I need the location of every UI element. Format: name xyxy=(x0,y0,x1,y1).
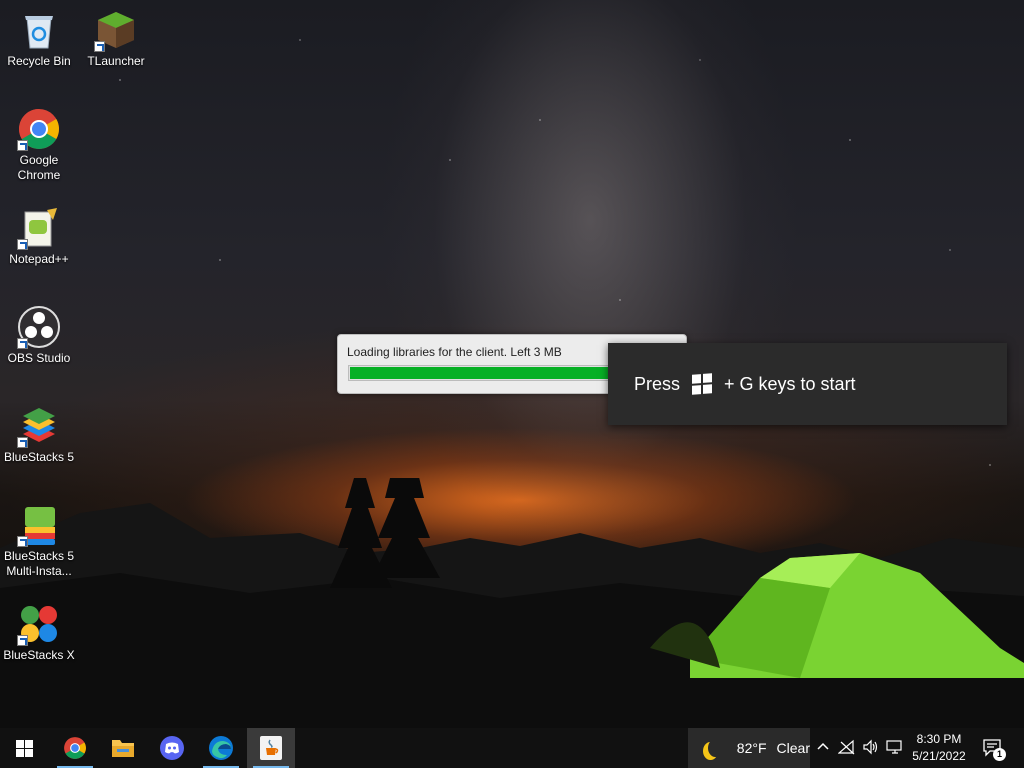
taskbar: 82°F Clear 8:30 PM 5/21/2022 1 xyxy=(0,728,1024,768)
weather-widget[interactable]: 82°F Clear xyxy=(688,728,810,768)
desktop-icon-obs-studio[interactable]: OBS Studio xyxy=(1,299,77,366)
desktop-icon-bluestacks-x[interactable]: BlueStacks X xyxy=(1,596,77,663)
desktop-icon-label: Google Chrome xyxy=(17,153,61,182)
shortcut-arrow-icon xyxy=(17,239,28,250)
desktop-icon-google-chrome[interactable]: Google Chrome xyxy=(1,101,77,183)
toast-text-keys: + G keys to start xyxy=(724,373,856,394)
start-button[interactable] xyxy=(0,728,48,768)
desktop-icon-bluestacks-5-multi-instance[interactable]: BlueStacks 5 Multi-Insta... xyxy=(1,497,77,579)
recycle-bin-icon xyxy=(17,8,61,52)
desktop-icon-tlauncher[interactable]: TLauncher xyxy=(78,2,154,69)
discord-icon xyxy=(160,736,184,760)
chrome-icon xyxy=(64,737,86,759)
windows-start-icon xyxy=(15,739,33,757)
weather-temperature: 82°F xyxy=(736,740,767,756)
shortcut-arrow-icon xyxy=(17,536,28,547)
desktop-icon-label: BlueStacks X xyxy=(3,648,75,662)
toast-text-press: Press xyxy=(634,373,681,394)
taskbar-chrome-button[interactable] xyxy=(51,728,99,768)
notification-count-badge: 1 xyxy=(993,748,1006,761)
desktop-icon-label: OBS Studio xyxy=(7,351,71,365)
java-icon xyxy=(260,736,282,760)
shortcut-arrow-icon xyxy=(17,338,28,349)
landscape-silhouette xyxy=(0,478,1024,728)
shortcut-arrow-icon xyxy=(17,437,28,448)
taskbar-edge-button[interactable] xyxy=(197,728,245,768)
shortcut-arrow-icon xyxy=(94,41,105,52)
notepad-plus-plus-icon xyxy=(17,206,61,250)
notification-center-button[interactable]: 1 xyxy=(982,737,1006,761)
bluestacks-x-icon xyxy=(17,602,61,646)
taskbar-java-button[interactable] xyxy=(247,728,295,768)
folder-icon xyxy=(112,740,134,757)
windows-logo-icon xyxy=(692,373,713,395)
weather-condition: Clear xyxy=(776,740,810,756)
loading-message: Loading libraries for the client. Left 3… xyxy=(347,345,562,359)
edge-icon xyxy=(209,736,233,760)
bluestacks-multi-instance-icon xyxy=(17,503,61,547)
desktop-icon-recycle-bin[interactable]: Recycle Bin xyxy=(1,2,77,69)
clock-time: 8:30 PM xyxy=(916,732,962,746)
chrome-icon xyxy=(17,107,61,151)
taskbar-file-explorer-button[interactable] xyxy=(99,728,147,768)
desktop-icon-bluestacks-5[interactable]: BlueStacks 5 xyxy=(1,398,77,465)
game-bar-toast[interactable]: Press + G keys to start xyxy=(608,343,1007,425)
shortcut-arrow-icon xyxy=(17,635,28,646)
chevron-up-icon[interactable] xyxy=(814,739,832,757)
network-disconnected-icon[interactable] xyxy=(837,739,856,757)
bluestacks-icon xyxy=(17,404,61,448)
desktop-icon-label: BlueStacks 5 xyxy=(3,450,75,464)
system-clock[interactable]: 8:30 PM 5/21/2022 xyxy=(906,731,972,765)
desktop-icon-label: Notepad++ xyxy=(9,252,69,266)
clock-date: 5/21/2022 xyxy=(912,749,966,763)
progress-bar-fill xyxy=(350,367,625,379)
tlauncher-icon xyxy=(94,8,138,52)
volume-icon[interactable] xyxy=(862,739,880,757)
desktop-icon-label: Recycle Bin xyxy=(7,54,71,68)
desktop-icon-label: BlueStacks 5 Multi-Insta... xyxy=(3,549,75,578)
taskbar-discord-button[interactable] xyxy=(148,728,196,768)
desktop-icon-notepad-plus-plus[interactable]: Notepad++ xyxy=(1,200,77,267)
desktop-icon-label: TLauncher xyxy=(87,54,145,68)
moon-icon xyxy=(708,739,723,757)
obs-studio-icon xyxy=(17,305,61,349)
display-icon[interactable] xyxy=(886,739,904,757)
shortcut-arrow-icon xyxy=(17,140,28,151)
